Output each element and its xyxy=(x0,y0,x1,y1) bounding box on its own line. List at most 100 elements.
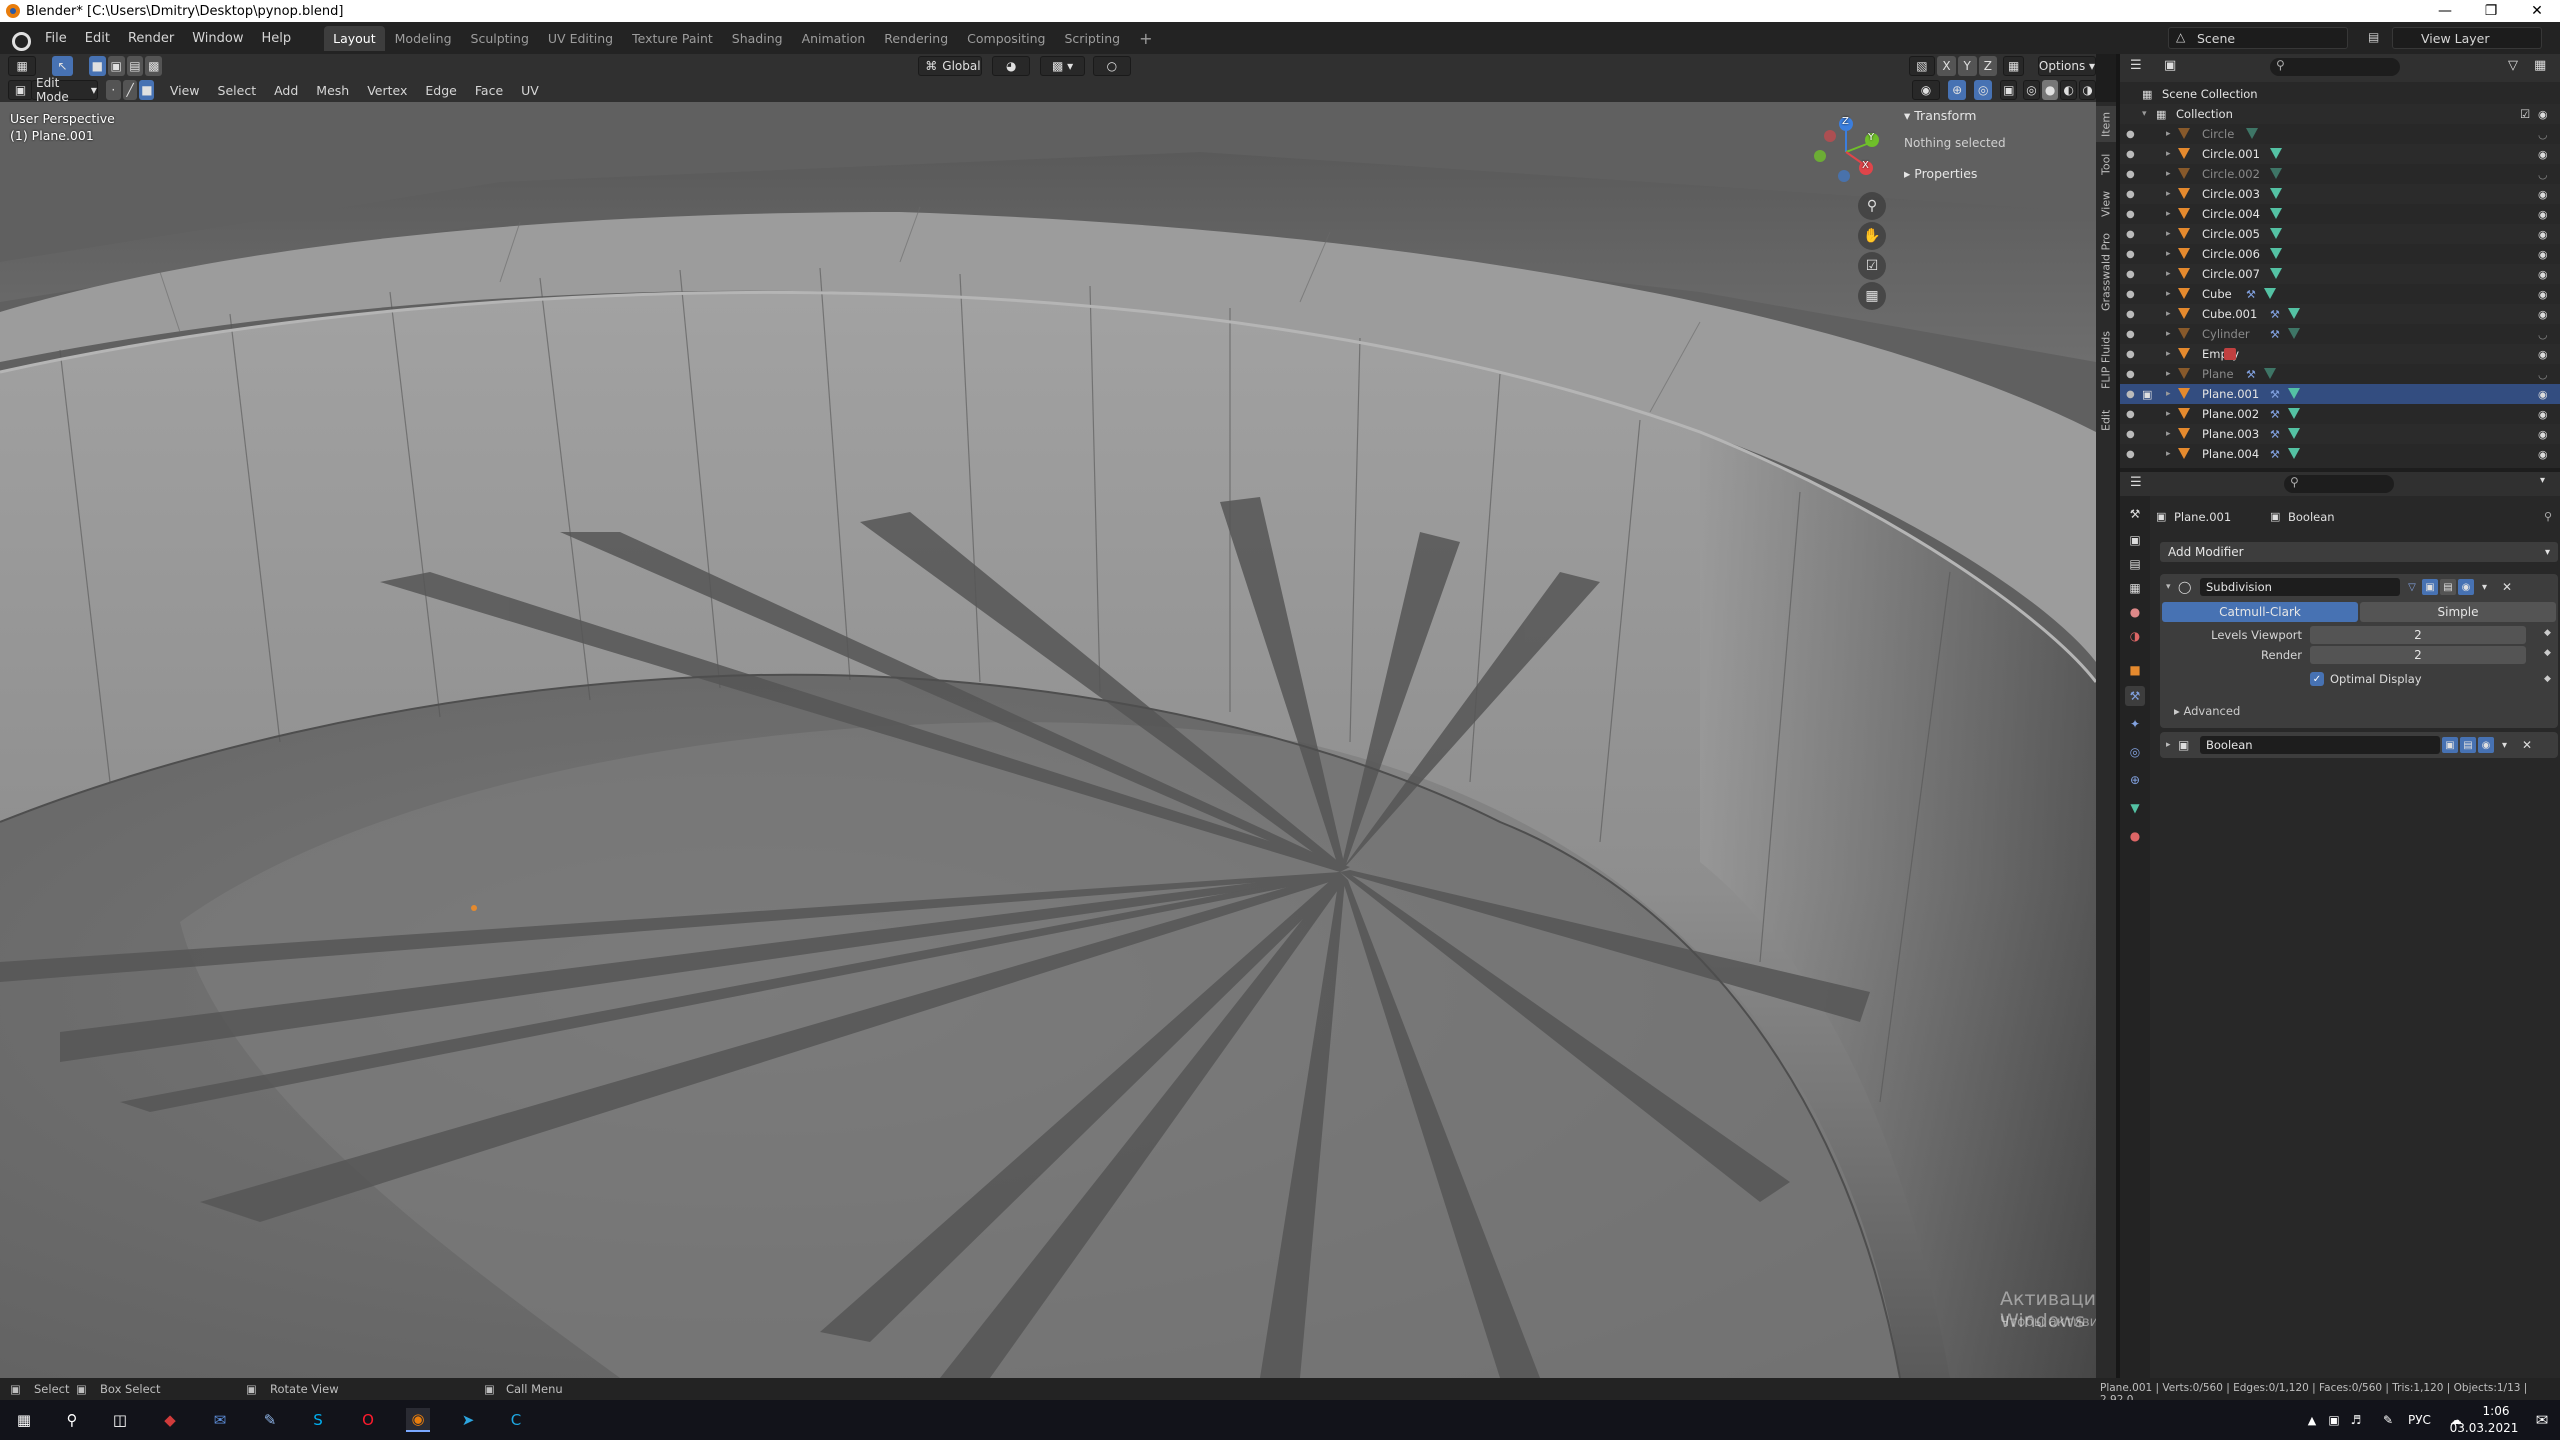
input-language[interactable]: РУС xyxy=(2408,1413,2431,1427)
eye-icon[interactable]: ◉ xyxy=(2538,288,2548,301)
outliner-item[interactable]: ● ▸ Circle ◡ xyxy=(2120,124,2560,144)
eye-icon[interactable]: ◉ xyxy=(2538,308,2548,321)
tab-layout[interactable]: Layout xyxy=(324,25,385,51)
render-toggle-icon[interactable]: ◉ xyxy=(2458,579,2474,595)
edit-mode-cage-icon[interactable]: ▽ xyxy=(2404,579,2420,595)
add-workspace-icon[interactable]: + xyxy=(1130,24,1161,53)
edit-mode-toggle-icon[interactable]: ▣ xyxy=(2422,579,2438,595)
pin-icon[interactable]: ⚲ xyxy=(2544,510,2552,523)
overlay-toggle-icon[interactable]: ◎ xyxy=(1974,80,1993,100)
windows-start-icon[interactable]: ▦ xyxy=(12,1408,36,1432)
catmull-clark-button[interactable]: Catmull-Clark xyxy=(2162,602,2358,622)
menu-edge[interactable]: Edge xyxy=(416,83,465,98)
modifier-icon[interactable]: ⚒ xyxy=(2270,308,2280,321)
outliner-item[interactable]: ● ▸ Plane ⚒ ◡ xyxy=(2120,364,2560,384)
mesh-data-icon[interactable] xyxy=(2270,268,2282,279)
outliner-select-dot-icon[interactable]: ● xyxy=(2126,189,2135,200)
minimize-button[interactable]: — xyxy=(2422,0,2468,22)
image-empty-icon[interactable] xyxy=(2224,348,2236,360)
outliner-expand-icon[interactable]: ▸ xyxy=(2166,209,2171,219)
mode-dropdown[interactable]: Edit Mode ▾ xyxy=(31,76,98,104)
boolean-menu-chevron-icon[interactable]: ▾ xyxy=(2502,740,2507,751)
select-subtract-icon[interactable]: ▤ xyxy=(126,56,144,76)
outliner-item[interactable]: ● ▸ Circle.003 ◉ xyxy=(2120,184,2560,204)
mesh-data-icon[interactable] xyxy=(2288,328,2300,339)
world-tab-icon[interactable]: ◑ xyxy=(2125,626,2145,646)
clock-time[interactable]: 1:06 xyxy=(2468,1404,2524,1418)
transform-panel-header[interactable]: ▾ Transform xyxy=(1904,108,1976,123)
tab-rendering[interactable]: Rendering xyxy=(875,26,957,51)
snap-icon[interactable]: ▩ ▾ xyxy=(1040,56,1086,76)
tab-compositing[interactable]: Compositing xyxy=(958,26,1054,51)
eye-icon[interactable]: ◉ xyxy=(2538,408,2548,421)
gizmo-toggle-icon[interactable]: ⊕ xyxy=(1948,80,1967,100)
outliner-select-dot-icon[interactable]: ● xyxy=(2126,409,2135,420)
outliner-item[interactable]: ● ▸ Cube.001 ⚒ ◉ xyxy=(2120,304,2560,324)
boolean-viewport-icon[interactable]: ▤ xyxy=(2460,737,2476,753)
modifier-icon[interactable]: ⚒ xyxy=(2246,368,2256,381)
mesh-data-icon[interactable] xyxy=(2288,448,2300,459)
render-tab-icon[interactable]: ▣ xyxy=(2125,530,2145,550)
mesh-data-icon[interactable] xyxy=(2270,148,2282,159)
mesh-data-icon[interactable] xyxy=(2270,208,2282,219)
close-window-button[interactable]: ✕ xyxy=(2514,0,2560,22)
levels-viewport-keyframe-icon[interactable]: ◆ xyxy=(2544,628,2551,638)
advanced-subpanel-header[interactable]: ▸ Advanced xyxy=(2174,704,2240,718)
mesh-data-icon[interactable] xyxy=(2264,368,2276,379)
outliner-select-dot-icon[interactable]: ● xyxy=(2126,169,2135,180)
display-mode-icon[interactable]: ▣ xyxy=(2164,58,2176,73)
outliner-item[interactable]: ● ▸ Circle.001 ◉ xyxy=(2120,144,2560,164)
outliner-select-dot-icon[interactable]: ● xyxy=(2126,289,2135,300)
collection-expand-icon[interactable]: ▾ xyxy=(2142,109,2147,119)
mesh-data-icon[interactable] xyxy=(2246,128,2258,139)
outliner-select-dot-icon[interactable]: ● xyxy=(2126,269,2135,280)
menu-face[interactable]: Face xyxy=(466,83,512,98)
output-tab-icon[interactable]: ▤ xyxy=(2125,554,2145,574)
volume-icon[interactable]: ♬ xyxy=(2344,1408,2368,1432)
brave-browser-icon[interactable]: ◆ xyxy=(158,1408,182,1432)
tool-tab-icon[interactable]: ⚒ xyxy=(2125,504,2145,524)
optimal-display-checkbox[interactable]: ✓ xyxy=(2310,672,2324,686)
3d-viewport[interactable]: User Perspective (1) Plane.001 Z Y X ⚲ ✋… xyxy=(0,102,2096,1378)
eye-closed-icon[interactable]: ◡ xyxy=(2538,328,2548,341)
mail-app-icon[interactable]: ✉ xyxy=(208,1408,232,1432)
subdivision-remove-icon[interactable]: ✕ xyxy=(2502,580,2512,594)
xray-toggle-icon[interactable]: ▣ xyxy=(2000,80,2018,100)
telegram-icon[interactable]: ➤ xyxy=(456,1408,480,1432)
outliner-item[interactable]: ● ▣ ▸ Plane.001 ⚒ ◉ xyxy=(2120,384,2560,404)
axis-z-toggle[interactable]: Z xyxy=(1978,56,1998,76)
mesh-data-icon[interactable] xyxy=(2288,388,2300,399)
select-extend-icon[interactable]: ▣ xyxy=(107,56,125,76)
eye-icon[interactable]: ◉ xyxy=(2538,268,2548,281)
add-modifier-dropdown[interactable]: Add Modifier ▾ xyxy=(2160,542,2558,562)
view-layer-tab-icon[interactable]: ▦ xyxy=(2125,578,2145,598)
viewport-toggle-icon[interactable]: ▤ xyxy=(2440,579,2456,595)
material-shading-icon[interactable]: ◐ xyxy=(2060,80,2078,100)
menu-add[interactable]: Add xyxy=(265,83,307,98)
outliner-expand-icon[interactable]: ▸ xyxy=(2166,169,2171,179)
eye-icon[interactable]: ◉ xyxy=(2538,388,2548,401)
ccleaner-icon[interactable]: C xyxy=(504,1408,528,1432)
outliner-select-dot-icon[interactable]: ● xyxy=(2126,149,2135,160)
orientation-dropdown[interactable]: ⌘ Global xyxy=(918,56,983,76)
constraints-tab-icon[interactable]: ⊕ xyxy=(2125,770,2145,790)
outliner-item[interactable]: ● ▸ Empty ◉ xyxy=(2120,344,2560,364)
tab-modeling[interactable]: Modeling xyxy=(386,26,461,51)
mesh-data-icon[interactable] xyxy=(2270,228,2282,239)
levels-viewport-field[interactable]: 2 xyxy=(2310,626,2526,644)
tray-expand-icon[interactable]: ▲ xyxy=(2300,1408,2324,1432)
edit-mode-indicator-icon[interactable]: ▣ xyxy=(2142,388,2152,401)
render-levels-field[interactable]: 2 xyxy=(2310,646,2526,664)
menu-help[interactable]: Help xyxy=(253,31,301,46)
menu-file[interactable]: File xyxy=(36,31,76,46)
eye-closed-icon[interactable]: ◡ xyxy=(2538,168,2548,181)
menu-edit[interactable]: Edit xyxy=(76,31,119,46)
render-levels-keyframe-icon[interactable]: ◆ xyxy=(2544,648,2551,658)
material-tab-icon[interactable]: ● xyxy=(2125,826,2145,846)
mesh-data-icon[interactable] xyxy=(2270,168,2282,179)
pen-icon[interactable]: ✎ xyxy=(2376,1408,2400,1432)
blender-taskbar-icon[interactable]: ◉ xyxy=(406,1408,430,1432)
outliner-select-dot-icon[interactable]: ● xyxy=(2126,349,2135,360)
boolean-edit-mode-icon[interactable]: ▣ xyxy=(2442,737,2458,753)
properties-panel-header[interactable]: ▸ Properties xyxy=(1904,166,1977,181)
